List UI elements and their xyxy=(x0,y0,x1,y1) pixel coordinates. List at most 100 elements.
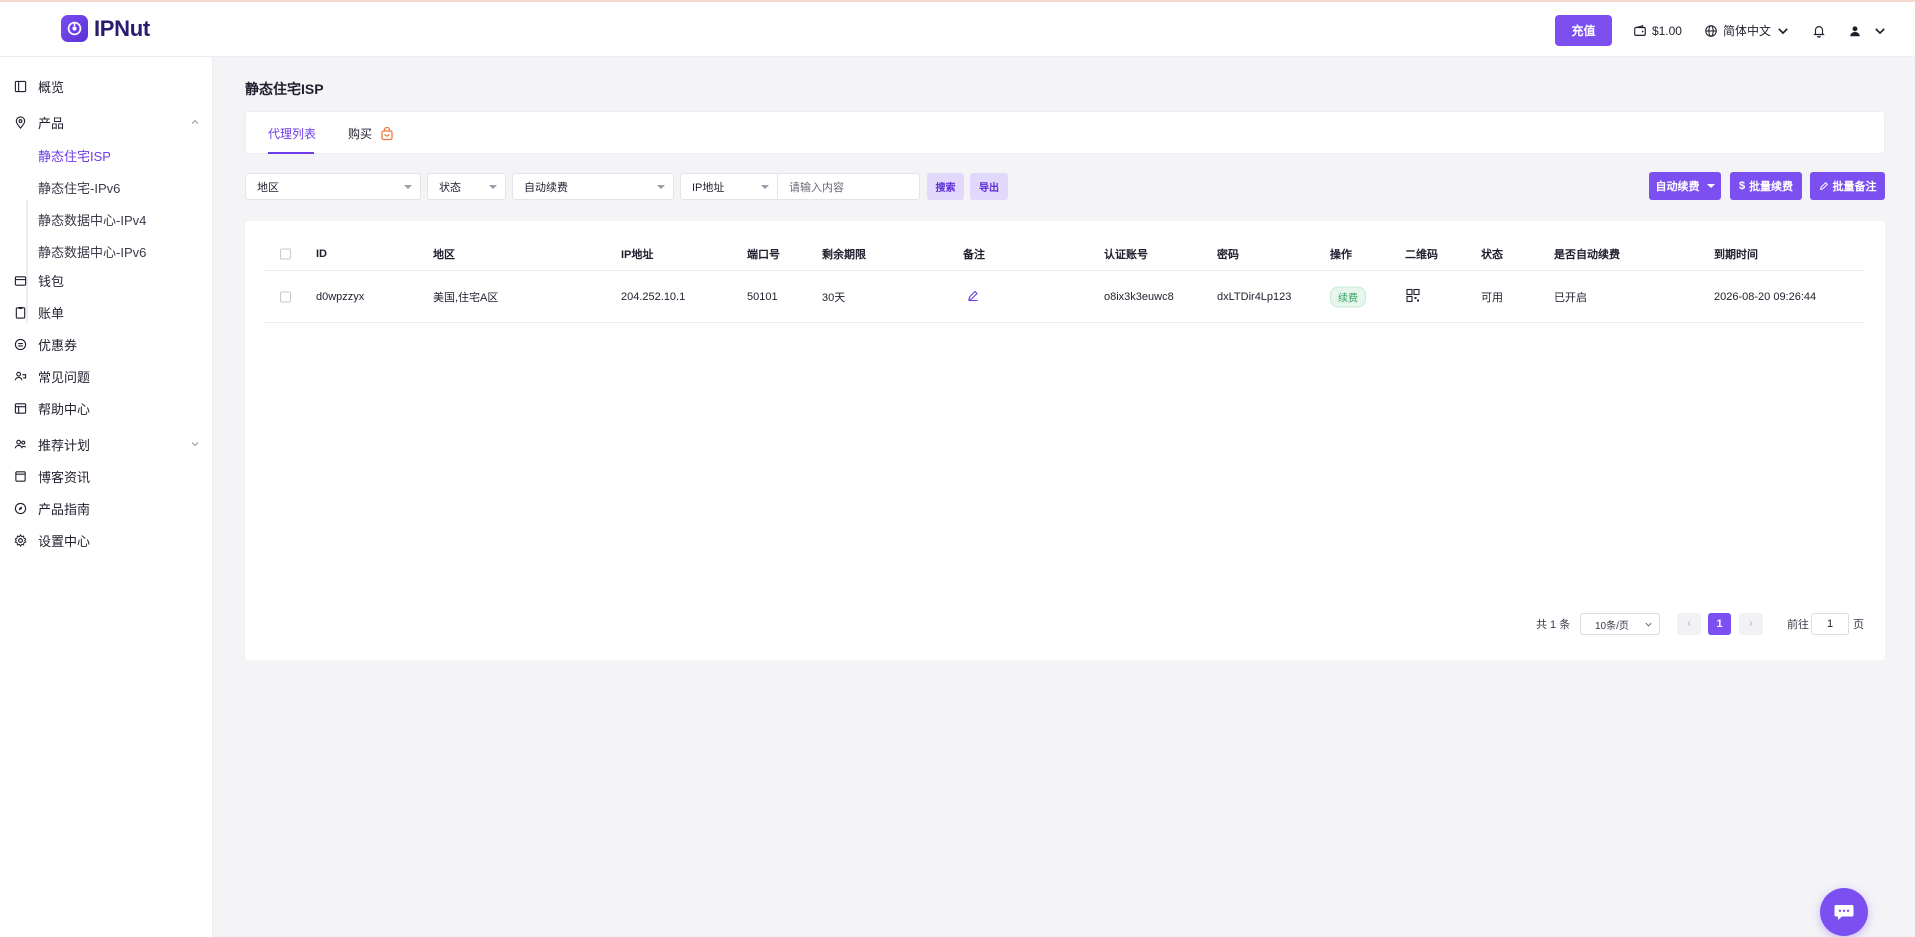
balance-display[interactable]: $1.00 xyxy=(1633,24,1682,38)
referral-icon xyxy=(14,439,27,448)
sidebar-item-referral[interactable]: 推荐计划 xyxy=(14,433,200,455)
user-menu[interactable] xyxy=(1848,24,1887,38)
coupon-icon xyxy=(14,338,27,350)
column-header-action[interactable]: 操作 xyxy=(1330,246,1352,262)
sidebar-item-help-center[interactable]: 帮助中心 xyxy=(14,397,200,419)
search-button[interactable]: 搜索 xyxy=(927,173,964,200)
edit-icon xyxy=(1819,181,1828,190)
chevron-left-icon: ‹ xyxy=(1687,618,1691,630)
column-header-region[interactable]: 地区 xyxy=(433,246,455,262)
region-select[interactable]: 地区 xyxy=(245,173,421,200)
cell-ip: 204.252.10.1 xyxy=(621,290,686,303)
faq-icon xyxy=(14,371,27,380)
next-page-button[interactable]: › xyxy=(1739,613,1763,635)
edit-note-button[interactable] xyxy=(967,289,979,304)
row-checkbox[interactable] xyxy=(280,291,291,302)
goto-label: 前往 xyxy=(1787,619,1809,631)
blog-icon xyxy=(15,470,26,482)
sidebar-subitem-datacenter-ipv6[interactable]: 静态数据中心-IPv6 xyxy=(38,242,146,261)
prev-page-button[interactable]: ‹ xyxy=(1677,613,1701,635)
wallet-icon xyxy=(14,275,27,286)
cell-status: 可用 xyxy=(1481,291,1503,304)
column-header-account[interactable]: 认证账号 xyxy=(1104,246,1148,262)
page-number-current[interactable]: 1 xyxy=(1708,613,1731,635)
export-button[interactable]: 导出 xyxy=(970,173,1008,200)
active-tab-indicator xyxy=(268,152,314,154)
tab-proxy-list[interactable]: 代理列表 xyxy=(268,125,316,142)
tab-purchase[interactable]: 购买 xyxy=(348,125,394,142)
auto-renew-dropdown-button[interactable]: 自动续费 xyxy=(1649,172,1721,200)
column-header-password[interactable]: 密码 xyxy=(1217,246,1239,262)
cell-remaining: 30天 xyxy=(822,291,846,304)
page-size-select[interactable]: 10条/页 xyxy=(1580,613,1660,635)
sidebar-item-faq[interactable]: 常见问题 xyxy=(14,365,200,387)
brand-logo[interactable]: IPNut xyxy=(61,15,150,42)
cell-account: o8ix3k3euwc8 xyxy=(1104,290,1174,303)
sidebar-item-overview[interactable]: 概览 xyxy=(14,75,200,97)
dollar-icon: $ xyxy=(1738,180,1746,192)
language-selector[interactable]: 简体中文 xyxy=(1704,22,1790,39)
page-unit-label: 页 xyxy=(1853,619,1864,631)
column-header-remaining[interactable]: 剩余期限 xyxy=(822,246,866,262)
sidebar-item-coupons[interactable]: 优惠券 xyxy=(14,333,200,355)
language-label: 简体中文 xyxy=(1722,24,1771,38)
column-header-port[interactable]: 端口号 xyxy=(747,246,780,262)
top-header: IPNut 充值 $1.00 简体中文 xyxy=(0,0,1915,57)
batch-note-button[interactable]: 批量备注 xyxy=(1810,172,1885,200)
globe-icon xyxy=(1705,24,1717,37)
chevron-down-icon xyxy=(1778,27,1788,34)
qrcode-icon xyxy=(1406,288,1420,302)
goto-page-input[interactable]: 1 xyxy=(1811,613,1849,635)
sidebar-item-label: 账单 xyxy=(38,305,65,321)
edit-icon xyxy=(968,290,978,301)
region-select-value: 地区 xyxy=(257,181,279,194)
table-header-row: ID 地区 IP地址 端口号 剩余期限 备注 认证账号 密码 操作 二维码 状态… xyxy=(263,237,1865,271)
gear-icon xyxy=(14,533,27,547)
sidebar-item-label: 帮助中心 xyxy=(38,401,91,417)
qrcode-button[interactable] xyxy=(1406,288,1420,305)
batch-renew-button[interactable]: $ 批量续费 xyxy=(1730,172,1802,200)
auto-renew-button-label: 自动续费 xyxy=(1655,181,1700,193)
sidebar-item-blog[interactable]: 博客资讯 xyxy=(14,465,200,487)
search-input[interactable]: 请输入内容 xyxy=(777,173,920,200)
column-header-expire[interactable]: 到期时间 xyxy=(1714,246,1758,262)
sidebar-subitem-static-isp[interactable]: 静态住宅ISP xyxy=(38,146,111,165)
sidebar-subitem-static-ipv6[interactable]: 静态住宅-IPv6 xyxy=(38,178,120,197)
sidebar-item-billing[interactable]: 账单 xyxy=(14,301,200,323)
caret-down-icon xyxy=(761,185,769,189)
chevron-down-icon xyxy=(191,442,199,447)
column-header-id[interactable]: ID xyxy=(316,248,327,260)
renew-button[interactable]: 续费 xyxy=(1330,286,1366,307)
auto-renew-select[interactable]: 自动续费 xyxy=(512,173,674,200)
sidebar-item-label: 产品 xyxy=(38,115,65,131)
wallet-icon xyxy=(1634,24,1646,36)
logo-icon xyxy=(61,15,88,42)
search-field-type-select[interactable]: IP地址 xyxy=(680,173,778,200)
sidebar-subitem-datacenter-ipv4[interactable]: 静态数据中心-IPv4 xyxy=(38,210,146,229)
notifications-button[interactable] xyxy=(1812,24,1826,38)
column-header-ip[interactable]: IP地址 xyxy=(621,246,653,262)
sidebar-item-products[interactable]: 产品 xyxy=(14,111,200,133)
chevron-down-icon xyxy=(1875,27,1885,34)
sidebar-item-product-guide[interactable]: 产品指南 xyxy=(14,497,200,519)
batch-renew-label: 批量续费 xyxy=(1749,181,1794,193)
status-select-value: 状态 xyxy=(439,181,461,194)
cell-auto-renew: 已开启 xyxy=(1554,291,1587,304)
bell-icon xyxy=(1813,25,1825,38)
status-select[interactable]: 状态 xyxy=(427,173,506,200)
caret-down-icon xyxy=(404,185,412,189)
column-header-auto-renew[interactable]: 是否自动续费 xyxy=(1554,246,1620,262)
chat-support-button[interactable] xyxy=(1820,888,1868,936)
chevron-right-icon: › xyxy=(1749,618,1753,630)
column-header-qrcode[interactable]: 二维码 xyxy=(1405,246,1438,262)
sidebar-item-wallet[interactable]: 钱包 xyxy=(14,269,200,291)
sidebar-item-label: 产品指南 xyxy=(38,501,91,517)
select-all-checkbox[interactable] xyxy=(280,248,291,259)
column-header-note[interactable]: 备注 xyxy=(963,246,985,262)
recharge-button[interactable]: 充值 xyxy=(1554,15,1612,46)
chevron-down-icon xyxy=(1645,622,1652,627)
column-header-status[interactable]: 状态 xyxy=(1481,246,1503,262)
search-input-placeholder: 请输入内容 xyxy=(789,181,844,194)
sidebar-item-settings[interactable]: 设置中心 xyxy=(14,529,200,551)
table-row: d0wpzzyx 美国,住宅A区 204.252.10.1 50101 30天 … xyxy=(263,271,1865,323)
